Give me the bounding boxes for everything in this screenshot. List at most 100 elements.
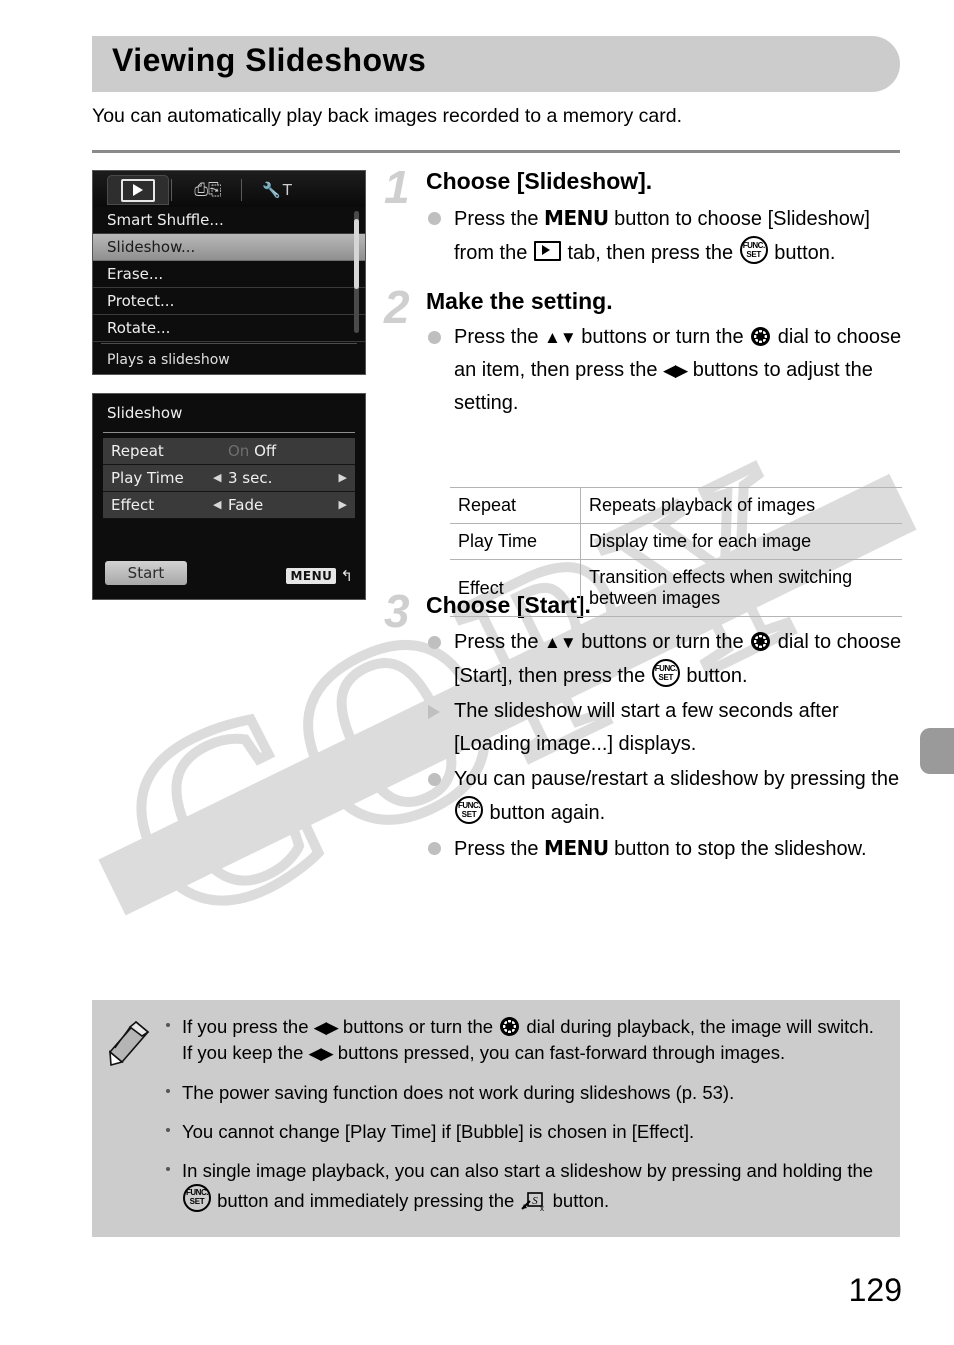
left-right-buttons-icon: ◀▶ xyxy=(308,1044,334,1064)
chapter-tab-marker xyxy=(920,728,954,774)
note-bullet-icon xyxy=(166,1127,170,1132)
step-heading: Choose [Slideshow]. xyxy=(426,168,653,194)
camera-hint-divider xyxy=(101,343,357,344)
settings-description-table: Repeat Repeats playback of images Play T… xyxy=(450,487,902,617)
control-dial-icon xyxy=(751,327,771,347)
bullet-text: Press the MENU button to stop the slides… xyxy=(454,835,867,860)
svg-text:S: S xyxy=(533,1195,539,1207)
setting-label: Play Time xyxy=(111,469,184,487)
up-down-buttons-icon: ▲▼ xyxy=(544,328,577,348)
bullet-item: Press the ▲▼ buttons or turn the dial to… xyxy=(426,626,904,693)
bullet-item: Press the MENU button to stop the slides… xyxy=(426,832,904,866)
pencil-icon xyxy=(108,1020,150,1067)
setting-label: Effect xyxy=(111,496,155,514)
control-dial-icon xyxy=(500,1017,520,1036)
print-tab: ⎙⎘ xyxy=(177,175,239,205)
table-row: Repeat Repeats playback of images xyxy=(450,487,902,524)
menu-item: Erase... xyxy=(93,261,365,288)
step-3: 3 Choose [Start]. Press the ▲▼ buttons o… xyxy=(384,588,904,866)
setting-value-active: Off xyxy=(254,442,277,460)
slideshow-settings-rows: Repeat On Off Play Time ◀ 3 sec. ▶ Effec… xyxy=(103,438,355,519)
step-heading: Make the setting. xyxy=(426,287,613,314)
setting-row-effect: Effect ◀ Fade ▶ xyxy=(103,492,355,519)
tab-divider xyxy=(241,179,242,201)
step-bullets: Press the ▲▼ buttons or turn the dial to… xyxy=(426,321,904,420)
table-row: Play Time Display time for each image xyxy=(450,523,902,560)
tab-divider xyxy=(171,179,172,201)
step-number: 3 xyxy=(384,585,410,638)
setting-value-inactive: On xyxy=(228,442,250,460)
notes-list: If you press the ◀▶ buttons or turn the … xyxy=(164,1014,882,1228)
page-title-bar: Viewing Slideshows xyxy=(92,36,900,92)
bullet-text: Press the ▲▼ buttons or turn the dial to… xyxy=(454,326,902,415)
svg-text:x: x xyxy=(540,1204,544,1212)
setting-value: Fade xyxy=(228,496,264,514)
camera-menu-list: Smart Shuffle... Slideshow... Erase... P… xyxy=(93,207,365,342)
note-text: In single image playback, you can also s… xyxy=(182,1160,874,1213)
note-bullet-icon xyxy=(166,1167,170,1172)
left-right-buttons-icon: ◀▶ xyxy=(313,1018,339,1037)
menu-item-selected: Slideshow... xyxy=(93,234,365,261)
bullet-text: Press the ▲▼ buttons or turn the dial to… xyxy=(454,630,902,687)
camera-menu-hint: Plays a slideshow xyxy=(107,352,230,368)
left-arrow-icon: ◀ xyxy=(213,471,222,484)
return-arrow-icon: ↰ xyxy=(340,567,353,585)
note-item: The power saving function does not work … xyxy=(164,1080,882,1106)
notes-box: If you press the ◀▶ buttons or turn the … xyxy=(92,1000,900,1237)
setting-label: Repeat xyxy=(111,442,164,460)
table-cell-key: Effect xyxy=(450,559,581,617)
table-row: Effect Transition effects when switching… xyxy=(450,559,902,617)
menu-chip-label: MENU xyxy=(286,568,337,584)
up-down-buttons-icon: ▲▼ xyxy=(544,632,577,652)
step-bullets: Press the ▲▼ buttons or turn the dial to… xyxy=(426,626,904,866)
table-cell-desc: Transition effects when switching betwee… xyxy=(580,559,902,617)
settings-tab: 🔧T xyxy=(247,175,309,205)
menu-item: Protect... xyxy=(93,288,365,315)
menu-item: Rotate... xyxy=(93,315,365,342)
func-set-button-icon: FUNC. SET xyxy=(651,658,680,687)
table-cell-key: Play Time xyxy=(450,523,581,560)
menu-item: Smart Shuffle... xyxy=(93,207,365,234)
bullet-dot-icon xyxy=(428,635,441,649)
bullet-dot-icon xyxy=(428,772,441,786)
right-arrow-icon: ▶ xyxy=(338,498,347,511)
setting-row-play-time: Play Time ◀ 3 sec. ▶ xyxy=(103,465,355,492)
bullet-item: You can pause/restart a slideshow by pre… xyxy=(426,763,904,830)
playback-tab xyxy=(107,175,169,205)
func-set-button-icon: FUNC. SET xyxy=(183,1184,211,1213)
note-text: The power saving function does not work … xyxy=(182,1081,735,1103)
note-text: You cannot change [Play Time] if [Bubble… xyxy=(182,1120,695,1142)
step-bullets: Press the MENU button to choose [Slidesh… xyxy=(426,202,904,270)
menu-button-icon: MENU xyxy=(544,835,609,860)
camera-menu-scrollbar xyxy=(354,211,359,333)
header-divider xyxy=(92,150,900,153)
bullet-triangle-icon xyxy=(428,704,440,719)
playback-tab-icon xyxy=(121,178,155,202)
start-button: Start xyxy=(105,561,187,585)
step-1: 1 Choose [Slideshow]. Press the MENU but… xyxy=(384,164,904,270)
bullet-text: The slideshow will start a few seconds a… xyxy=(454,699,839,755)
bullet-dot-icon xyxy=(428,841,441,855)
bullet-item: Press the MENU button to choose [Slidesh… xyxy=(426,202,904,270)
left-arrow-icon: ◀ xyxy=(213,498,222,511)
bullet-item-result: The slideshow will start a few seconds a… xyxy=(426,695,904,761)
page-number: 129 xyxy=(848,1272,902,1308)
slideshow-settings-screenshot: Slideshow Repeat On Off Play Time ◀ 3 se… xyxy=(92,393,366,600)
setting-value: On Off xyxy=(228,438,276,464)
camera-tab-bar: ⎙⎘ 🔧T xyxy=(93,171,365,207)
page-title: Viewing Slideshows xyxy=(112,42,427,78)
slideshow-screen-title: Slideshow xyxy=(107,404,183,422)
bullet-text: You can pause/restart a slideshow by pre… xyxy=(454,767,900,824)
note-bullet-icon xyxy=(166,1023,170,1027)
page-intro: You can automatically play back images r… xyxy=(92,105,682,127)
camera-menu-screenshot: ⎙⎘ 🔧T Smart Shuffle... Slideshow... Eras… xyxy=(92,170,366,375)
bullet-item: Press the ▲▼ buttons or turn the dial to… xyxy=(426,321,904,420)
settings-tab-icon: 🔧T xyxy=(262,181,294,199)
step-number: 1 xyxy=(384,161,410,213)
table-cell-desc: Display time for each image xyxy=(580,523,902,560)
note-item: In single image playback, you can also s… xyxy=(164,1158,882,1215)
setting-row-repeat: Repeat On Off xyxy=(103,438,355,465)
print-tab-icon: ⎙⎘ xyxy=(194,179,222,200)
slideshow-title-divider xyxy=(103,432,355,433)
bullet-dot-icon xyxy=(428,211,441,225)
